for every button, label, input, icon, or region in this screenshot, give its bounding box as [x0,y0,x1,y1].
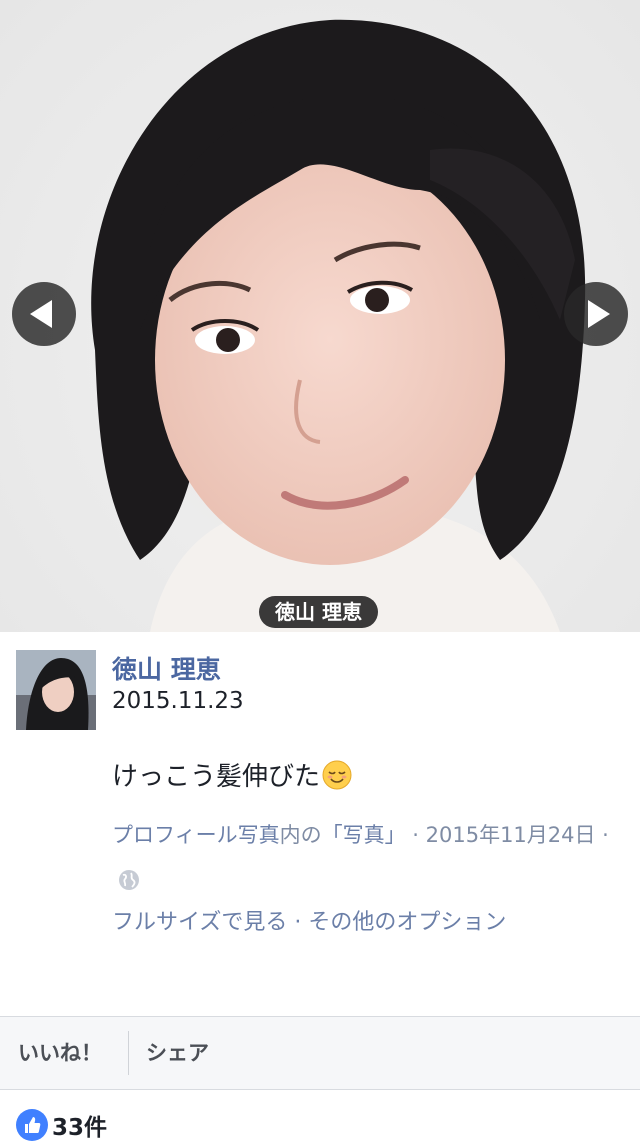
meta-in-text: 内の [279,823,322,847]
more-options-link[interactable]: その他のオプション [308,910,506,935]
photo-options: フルサイズで見る · その他のオプション [112,900,506,946]
like-button[interactable]: いいね！ [18,1017,102,1089]
caption-text: けっこう髪伸びた [112,762,321,792]
action-bar: いいね！ シェア [0,1016,640,1090]
photos-link[interactable]: 「写真」 [322,823,406,847]
post-meta: プロフィール写真内の「写真」 · 2015年11月24日 · [112,812,628,904]
album-link[interactable]: プロフィール写真 [112,823,280,847]
profile-photo [91,19,586,632]
thumbs-up-icon [16,1109,48,1141]
full-size-link[interactable]: フルサイズで見る [112,910,287,935]
meta-timestamp: · 2015年11月24日 · [405,823,609,847]
globe-icon [119,870,139,890]
relieved-face-emoji [322,760,352,790]
options-separator: · [287,910,309,935]
post-date: 2015.11.23 [112,688,244,714]
likes-count: 33件 [52,1115,108,1141]
previous-photo-button[interactable] [12,282,76,346]
chevron-right-icon [588,300,610,328]
next-photo-button[interactable] [564,282,628,346]
photo-tag[interactable]: 徳山 理恵 [259,596,378,628]
chevron-left-icon [30,300,52,328]
avatar[interactable] [16,650,96,730]
post-caption: けっこう髪伸びた [112,756,352,793]
share-button[interactable]: シェア [146,1017,209,1089]
action-divider [128,1031,129,1075]
author-name[interactable]: 徳山 理恵 [112,650,221,686]
photo-viewer[interactable]: 徳山 理恵 [0,0,640,632]
likes-summary[interactable]: 33件 [16,1108,107,1148]
